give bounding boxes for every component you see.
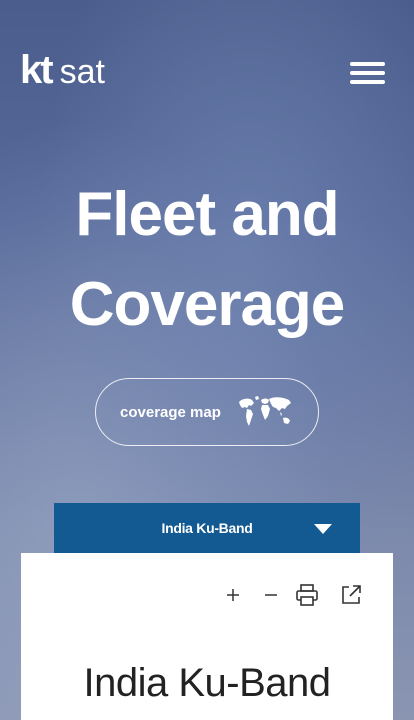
page-title-line1: Fleet and [75,180,339,249]
logo-sat-text: sat [59,53,105,91]
caret-down-icon [314,524,332,534]
page-title: Fleet and Coverage [0,170,414,350]
zoom-in-plus-icon[interactable] [221,583,245,607]
coverage-title: India Ku-Band [83,661,331,705]
zoom-out-minus-icon[interactable] [259,583,283,607]
hamburger-menu-icon[interactable] [350,60,386,86]
page-title-line2: Coverage [69,270,346,339]
coverage-map-label: coverage map [120,403,221,421]
external-link-icon[interactable] [339,583,363,607]
world-map-icon [238,396,291,426]
coverage-panel: India Ku-Band [21,553,393,720]
site-header: kt sat [0,0,414,140]
logo-kt-text: kt [20,48,54,92]
menu-bar [350,71,385,75]
printer-icon[interactable] [295,583,319,607]
menu-bar [350,62,385,66]
region-select-dropdown[interactable]: India Ku-Band [54,503,360,553]
menu-bar [350,80,385,84]
kt-sat-logo[interactable]: kt sat [20,50,105,92]
coverage-map-button[interactable]: coverage map [95,378,319,446]
